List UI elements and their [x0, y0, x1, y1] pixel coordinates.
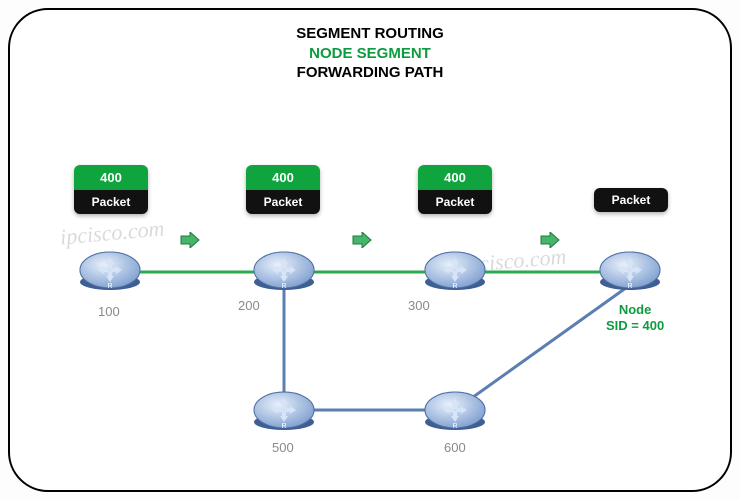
node-sid-label: Node SID = 400 [606, 302, 664, 333]
node-sid-line2: SID = 400 [606, 318, 664, 334]
router-icon: R [600, 252, 660, 290]
router-icon: R [254, 252, 314, 290]
arrow-right-icon [180, 232, 200, 248]
arrow-right-icon [540, 232, 560, 248]
arrow-right-icon [352, 232, 372, 248]
diagram-frame: SEGMENT ROUTING NODE SEGMENT FORWARDING … [8, 8, 732, 492]
topology-canvas: R R R R R R [10, 10, 730, 490]
svg-text:R: R [107, 283, 112, 290]
router-label: 100 [98, 304, 120, 319]
router-icon: R [80, 252, 140, 290]
svg-text:R: R [452, 423, 457, 430]
router-label: 600 [444, 440, 466, 455]
router-label: 300 [408, 298, 430, 313]
svg-text:R: R [281, 423, 286, 430]
svg-text:R: R [627, 283, 632, 290]
router-icon: R [425, 392, 485, 430]
svg-text:R: R [281, 283, 286, 290]
router-label: 500 [272, 440, 294, 455]
router-icon: R [254, 392, 314, 430]
node-sid-line1: Node [606, 302, 664, 318]
router-icon: R [425, 252, 485, 290]
router-label: 200 [238, 298, 260, 313]
svg-text:R: R [452, 283, 457, 290]
